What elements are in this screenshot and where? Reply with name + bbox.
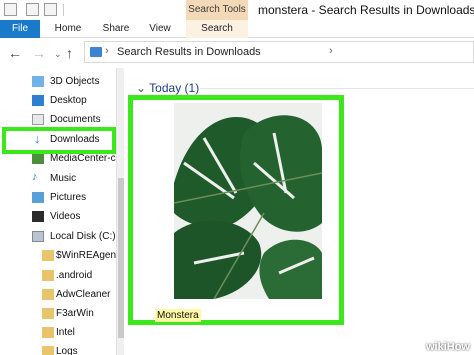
group-header-label: Today (1) (149, 81, 200, 95)
chevron-down-icon[interactable]: ⌄ (136, 81, 149, 95)
properties-icon[interactable] (26, 3, 39, 16)
address-path: Search Results in Downloads (117, 46, 261, 58)
watermark: wikiHow (425, 341, 470, 353)
sidebar-item-label: MediaCenter-c (50, 153, 116, 164)
up-arrow-icon[interactable]: ↑ (66, 45, 73, 61)
monstera-leaf-image (174, 103, 322, 299)
new-folder-icon[interactable] (44, 3, 57, 16)
sidebar-item-label: Desktop (50, 95, 87, 106)
sidebar-item-label: Music (50, 173, 77, 184)
documents-icon (32, 114, 44, 125)
folder-icon[interactable] (4, 3, 17, 16)
sidebar-item-label: $WinREAgent (56, 250, 119, 261)
folder-icon (42, 327, 54, 338)
tab-file[interactable]: File (0, 20, 40, 38)
search-tools-group-label: Search Tools (186, 0, 248, 20)
drive-icon (32, 231, 44, 242)
media-icon (32, 153, 44, 164)
pictures-icon (32, 192, 44, 203)
folder-icon (42, 250, 54, 261)
chevron-right-icon[interactable]: › (105, 45, 109, 57)
music-icon: ♪ (32, 171, 38, 183)
ribbon-tabs: File Home Share View Search (0, 20, 474, 38)
folder-icon (42, 346, 54, 355)
group-divider (200, 88, 474, 89)
folder-icon (42, 270, 54, 281)
sidebar-item-label: Documents (50, 114, 101, 125)
desktop-icon (32, 95, 44, 106)
folder-icon (42, 289, 54, 300)
folder-icon (42, 308, 54, 319)
3d-objects-icon (32, 76, 44, 87)
back-arrow-icon[interactable]: ← (8, 45, 22, 61)
videos-icon (32, 211, 44, 222)
sidebar-item-label: Intel (56, 327, 75, 338)
tab-view[interactable]: View (142, 20, 178, 38)
title-bar: Search Tools monstera - Search Results i… (0, 0, 474, 20)
search-results-icon (90, 47, 102, 57)
forward-arrow-icon[interactable]: → (32, 45, 46, 61)
sidebar-item-label: Pictures (50, 192, 87, 203)
sidebar-item-label: Local Disk (C:) (50, 231, 116, 242)
tab-home[interactable]: Home (48, 20, 88, 38)
sidebar-item-label: 3D Objects (50, 76, 100, 87)
address-bar[interactable]: › Search Results in Downloads › (84, 41, 474, 63)
sidebar-item-label: AdwCleaner (56, 289, 111, 300)
sidebar-item-label: Logs (56, 346, 78, 355)
sidebar-item-label: Videos (50, 211, 81, 222)
nav-scrollbar[interactable] (116, 68, 124, 355)
separator (63, 4, 64, 16)
sidebar-item-label: F3arWin (56, 308, 94, 319)
tab-search[interactable]: Search (186, 20, 248, 38)
recent-dropdown-icon[interactable]: ⌄ (54, 49, 62, 60)
chevron-right-icon[interactable]: › (329, 45, 333, 57)
file-name-label[interactable]: Monstera (155, 309, 201, 322)
group-header[interactable]: ⌄ Today (1) (136, 81, 199, 95)
downloads-highlight (2, 127, 116, 154)
sidebar-item-label: .android (56, 270, 93, 281)
monstera-thumbnail[interactable] (174, 103, 322, 299)
tab-share[interactable]: Share (96, 20, 136, 38)
window-title: monstera - Search Results in Downloads (258, 3, 474, 17)
